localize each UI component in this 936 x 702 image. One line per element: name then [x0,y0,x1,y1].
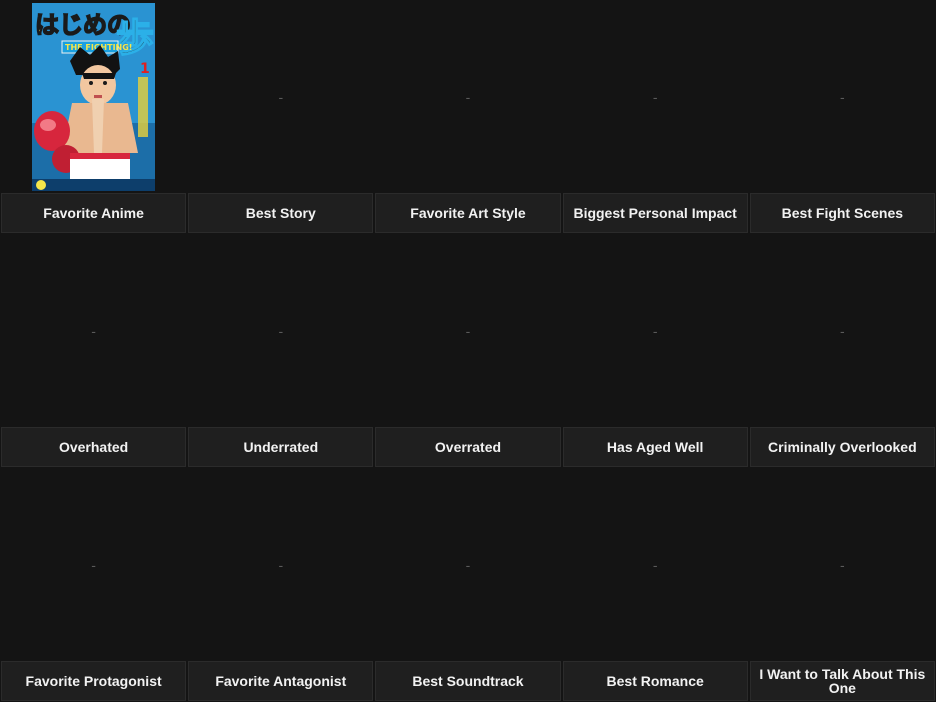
category-label: Best Fight Scenes [749,193,935,233]
empty-slot-placeholder: - [91,322,96,339]
grid-cell-has-aged-well[interactable]: - Has Aged Well [561,234,749,468]
category-label: Has Aged Well [562,427,748,467]
anime-cover-image: はじめの 歩 THE FIGHTING! 1 [32,2,156,191]
category-label: Underrated [188,427,374,467]
svg-text:歩: 歩 [116,16,154,60]
empty-slot-placeholder: - [278,556,284,573]
cell-image-slot[interactable]: - [187,234,374,427]
cell-image-slot[interactable]: - [187,468,374,661]
cell-image-slot[interactable]: - [0,234,187,427]
cell-image-slot[interactable]: - [187,0,374,193]
empty-slot-placeholder: - [278,322,284,339]
empty-slot-placeholder: - [840,88,845,105]
grid-cell-best-fight-scenes[interactable]: - Best Fight Scenes [748,0,936,234]
category-label: Favorite Protagonist [1,661,187,701]
anime-grid: はじめの 歩 THE FIGHTING! 1 Favorite Anime - … [0,0,936,702]
empty-slot-placeholder: - [465,88,471,105]
cell-image-slot[interactable]: - [374,234,561,427]
empty-slot-placeholder: - [840,556,845,573]
category-label: Best Story [188,193,374,233]
empty-slot-placeholder: - [465,322,471,339]
empty-slot-placeholder: - [652,556,658,573]
grid-cell-overhated[interactable]: - Overhated [0,234,188,468]
empty-slot-placeholder: - [840,322,845,339]
grid-cell-overrated[interactable]: - Overrated [374,234,562,468]
category-label: Criminally Overlooked [749,427,935,467]
category-label: Favorite Anime [1,193,187,233]
cell-image-slot[interactable]: - [374,468,561,661]
grid-cell-best-romance[interactable]: - Best Romance [561,468,749,702]
empty-slot-placeholder: - [278,88,284,105]
cell-image-slot[interactable]: - [749,234,936,427]
category-label: Favorite Art Style [375,193,561,233]
grid-cell-favorite-anime[interactable]: はじめの 歩 THE FIGHTING! 1 Favorite Anime [0,0,188,234]
cell-image-slot[interactable]: はじめの 歩 THE FIGHTING! 1 [0,0,187,193]
grid-cell-favorite-protagonist[interactable]: - Favorite Protagonist [0,468,188,702]
grid-cell-favorite-antagonist[interactable]: - Favorite Antagonist [187,468,375,702]
cell-image-slot[interactable]: - [0,468,187,661]
grid-cell-criminally-overlooked[interactable]: - Criminally Overlooked [748,234,936,468]
category-label: Biggest Personal Impact [562,193,748,233]
empty-slot-placeholder: - [652,88,658,105]
grid-cell-underrated[interactable]: - Underrated [187,234,375,468]
cover-art: はじめの 歩 THE FIGHTING! 1 [32,2,156,191]
category-label: Overhated [1,427,187,467]
cell-image-slot[interactable]: - [562,234,749,427]
grid-cell-best-soundtrack[interactable]: - Best Soundtrack [374,468,562,702]
category-label: Favorite Antagonist [188,661,374,701]
cell-image-slot[interactable]: - [562,468,749,661]
cell-image-slot[interactable]: - [749,0,936,193]
cell-image-slot[interactable]: - [374,0,561,193]
cover-volume-number: 1 [140,61,150,77]
grid-cell-best-story[interactable]: - Best Story [187,0,375,234]
grid-cell-want-to-talk-about[interactable]: - I Want to Talk About This One [748,468,936,702]
category-label: Best Soundtrack [375,661,561,701]
grid-cell-favorite-art-style[interactable]: - Favorite Art Style [374,0,562,234]
category-label: Best Romance [562,661,748,701]
category-label: I Want to Talk About This One [749,661,935,701]
empty-slot-placeholder: - [652,322,658,339]
empty-slot-placeholder: - [465,556,471,573]
cell-image-slot[interactable]: - [562,0,749,193]
empty-slot-placeholder: - [91,556,96,573]
grid-cell-biggest-personal-impact[interactable]: - Biggest Personal Impact [561,0,749,234]
cell-image-slot[interactable]: - [749,468,936,661]
category-label: Overrated [375,427,561,467]
